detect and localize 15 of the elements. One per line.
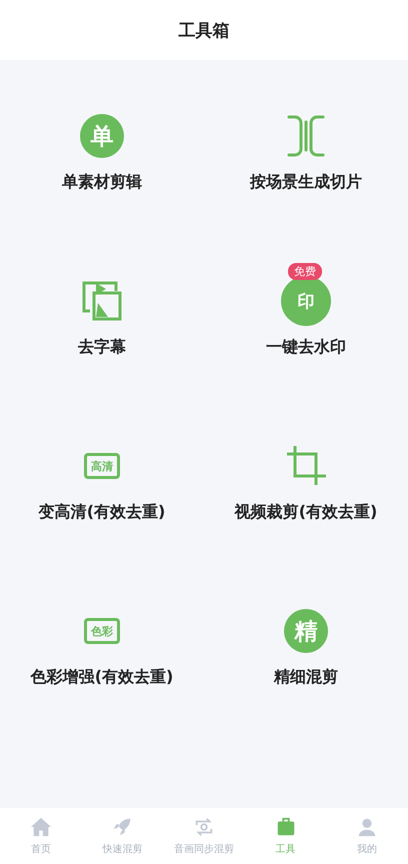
tool-label[interactable]: 色彩增强(有效去重) [30, 667, 174, 687]
tool-label[interactable]: 去字幕 [78, 337, 126, 357]
tool-label[interactable]: 按场景生成切片 [250, 172, 362, 192]
glyph-icon: 高清 [84, 453, 120, 479]
free-badge: 免费 [288, 263, 322, 280]
home-icon [30, 816, 52, 838]
tool-label[interactable]: 视频裁剪(有效去重) [234, 502, 378, 522]
tool-label[interactable]: 一键去水印 [266, 337, 346, 357]
glyph-icon: 精 [284, 609, 328, 653]
tool-label[interactable]: 精细混剪 [274, 667, 338, 687]
page-title: 工具箱 [178, 20, 230, 42]
glyph-icon: 色彩 [84, 618, 120, 644]
tool-label[interactable]: 变高清(有效去重) [38, 502, 166, 522]
glyph-icon: 单 [80, 114, 124, 158]
tool-label[interactable]: 单素材剪辑 [62, 172, 142, 192]
